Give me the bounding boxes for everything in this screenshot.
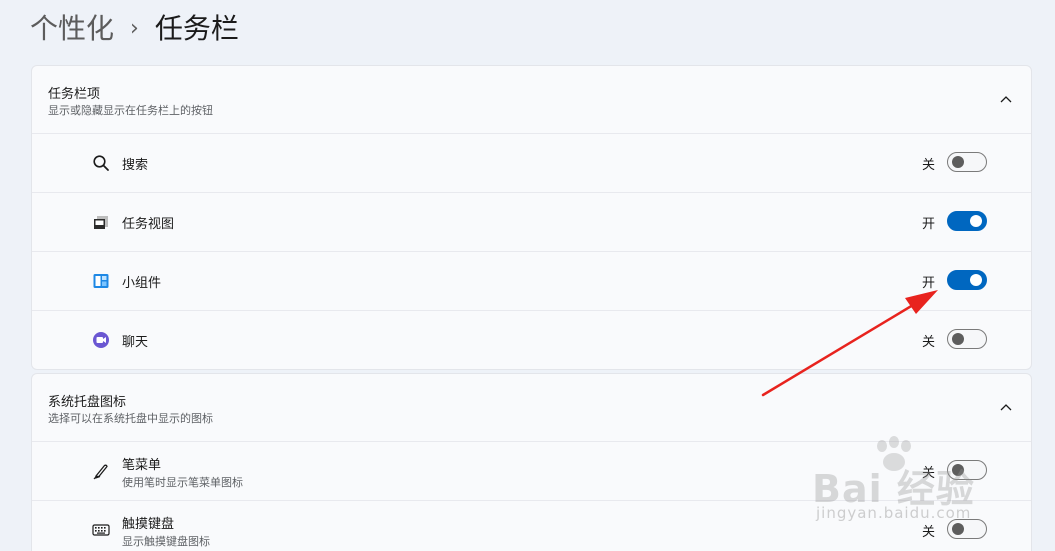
keyboard-icon [92,521,110,539]
setting-row-widgets: 小组件 开 [32,252,1031,311]
taskbar-items-section: 任务栏项 显示或隐藏显示在任务栏上的按钮 搜索 关 任务视图 开 小组件 开 聊… [31,65,1032,370]
chat-toggle[interactable] [947,329,987,349]
toggle-knob [952,464,964,476]
setting-label: 笔菜单 [122,458,162,473]
chevron-up-icon[interactable] [999,400,1013,414]
toggle-state-text: 关 [921,335,935,350]
section-subtitle: 选择可以在系统托盘中显示的图标 [48,412,213,425]
setting-description: 使用笔时显示笔菜单图标 [122,476,243,489]
pen-menu-toggle[interactable] [947,460,987,480]
pen-icon [92,462,110,480]
toggle-state-text: 开 [921,217,935,232]
setting-label: 触摸键盘 [122,517,175,532]
toggle-state-text: 关 [921,466,935,481]
task-view-icon [92,213,110,231]
setting-row-task-view: 任务视图 开 [32,193,1031,252]
breadcrumb-separator: › [130,16,139,41]
toggle-state-text: 关 [921,158,935,173]
settings-page: 个性化 › 任务栏 任务栏项 显示或隐藏显示在任务栏上的按钮 搜索 关 任务视图… [0,0,1055,551]
search-toggle[interactable] [947,152,987,172]
setting-label: 聊天 [122,335,149,350]
setting-description: 显示触摸键盘图标 [122,535,210,548]
setting-row-search: 搜索 关 [32,134,1031,193]
toggle-knob [970,274,982,286]
taskbar-items-header[interactable]: 任务栏项 显示或隐藏显示在任务栏上的按钮 [32,66,1031,134]
system-tray-section: 系统托盘图标 选择可以在系统托盘中显示的图标 笔菜单 使用笔时显示笔菜单图标 关 [31,373,1032,551]
page-title: 任务栏 [154,12,239,45]
section-subtitle: 显示或隐藏显示在任务栏上的按钮 [48,104,213,117]
task-view-toggle[interactable] [947,211,987,231]
setting-row-chat: 聊天 关 [32,311,1031,369]
setting-row-pen-menu: 笔菜单 使用笔时显示笔菜单图标 关 [32,442,1031,501]
toggle-knob [952,333,964,345]
breadcrumb: 个性化 › 任务栏 [30,10,239,48]
chat-icon [92,331,110,349]
setting-label: 搜索 [122,158,149,173]
setting-label: 小组件 [122,276,162,291]
setting-label: 任务视图 [122,217,175,232]
widgets-icon [92,272,110,290]
toggle-state-text: 关 [921,525,935,540]
touch-keyboard-toggle[interactable] [947,519,987,539]
system-tray-header[interactable]: 系统托盘图标 选择可以在系统托盘中显示的图标 [32,374,1031,442]
search-icon [92,154,110,172]
widgets-toggle[interactable] [947,270,987,290]
toggle-state-text: 开 [921,276,935,291]
chevron-up-icon[interactable] [999,92,1013,106]
section-title: 系统托盘图标 [48,395,127,410]
toggle-knob [952,523,964,535]
toggle-knob [952,156,964,168]
setting-row-touch-keyboard: 触摸键盘 显示触摸键盘图标 关 [32,501,1031,551]
breadcrumb-parent[interactable]: 个性化 [30,10,114,48]
section-title: 任务栏项 [48,87,101,102]
toggle-knob [970,215,982,227]
